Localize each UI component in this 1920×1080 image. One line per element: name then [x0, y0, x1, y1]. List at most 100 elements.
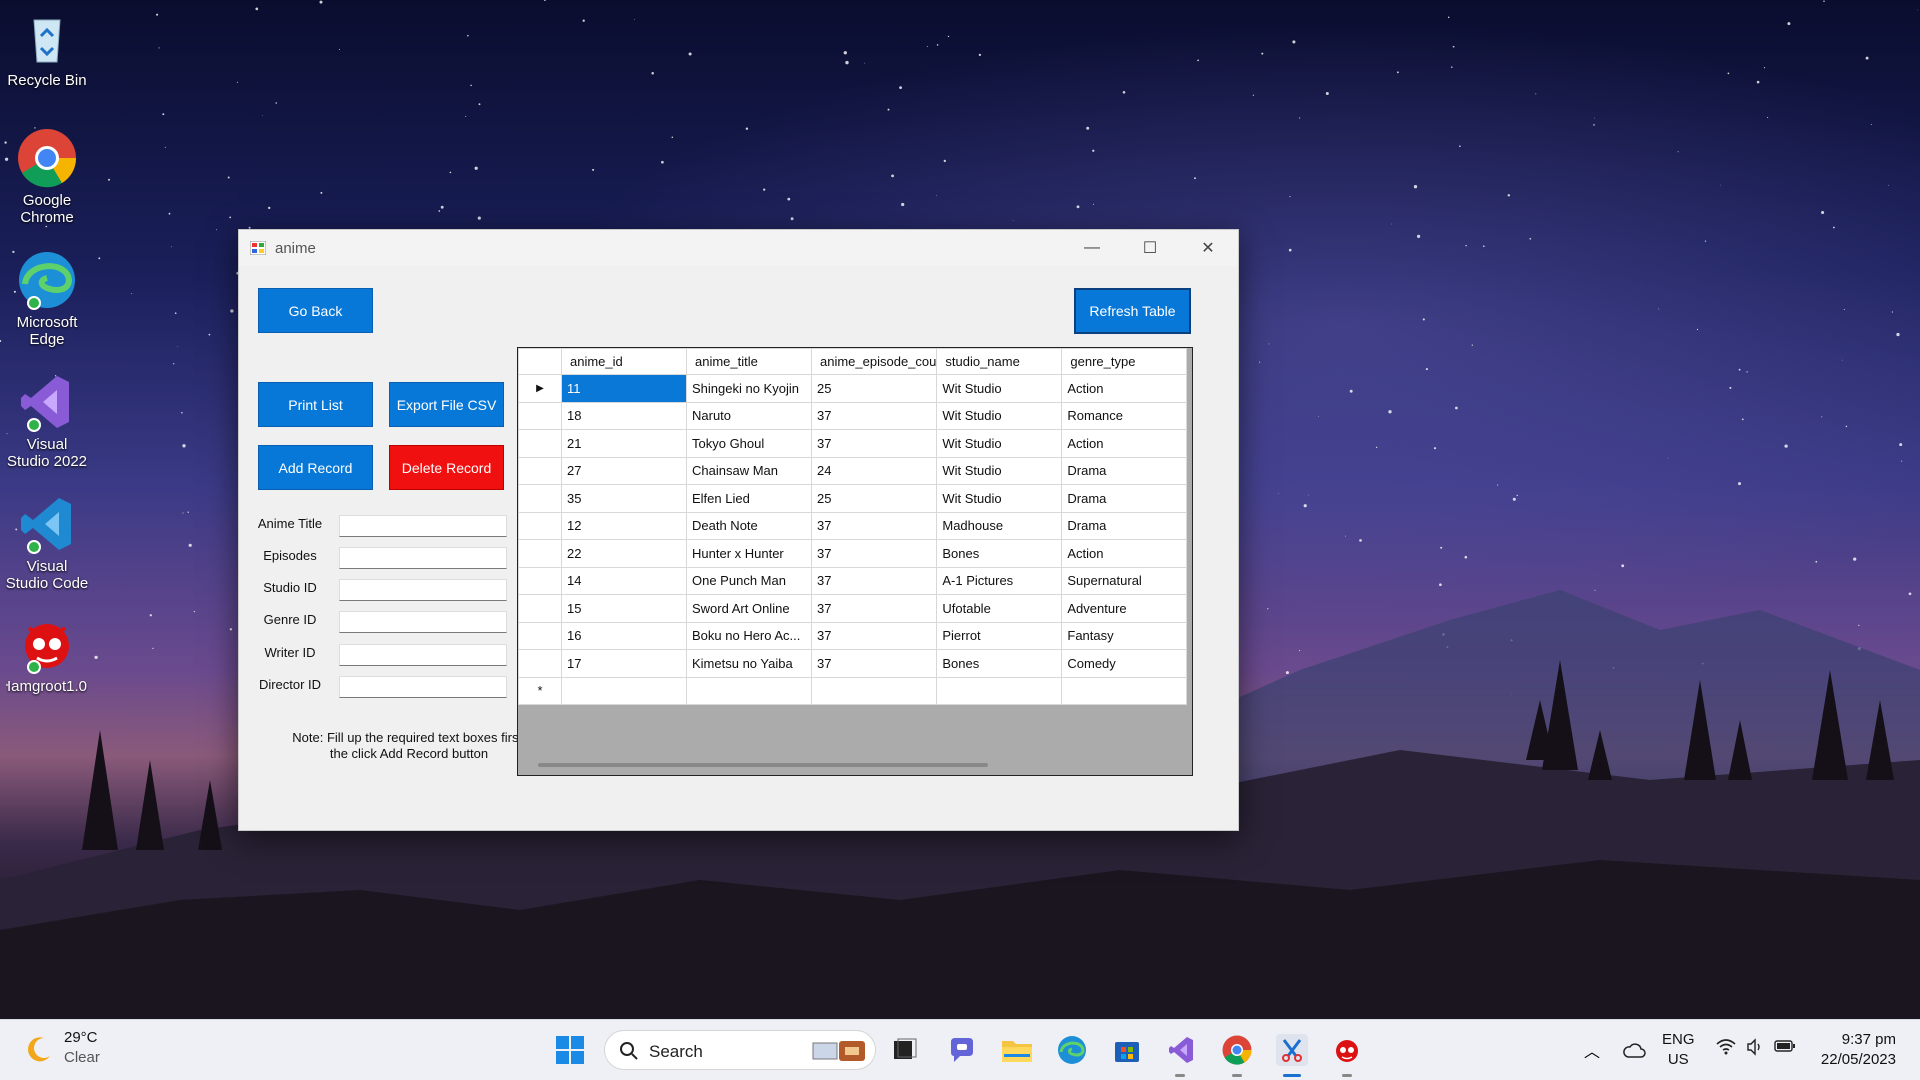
grid-cell[interactable]: Wit Studio: [936, 374, 1063, 403]
table-row[interactable]: 35 Elfen Lied 25 Wit Studio Drama: [518, 484, 1188, 513]
grid-cell[interactable]: 37: [810, 594, 938, 623]
grid-cell[interactable]: 11: [561, 374, 687, 403]
weather-moon-icon[interactable]: [24, 1034, 54, 1064]
column-header-genre-type[interactable]: genre_type: [1061, 348, 1188, 375]
row-header[interactable]: [518, 621, 562, 650]
print-list-button[interactable]: Print List: [258, 382, 373, 427]
grid-cell[interactable]: Action: [1061, 539, 1188, 568]
go-back-button[interactable]: Go Back: [258, 288, 373, 333]
grid-cell[interactable]: 37: [810, 566, 938, 595]
grid-cell[interactable]: [1061, 676, 1188, 705]
grid-cell[interactable]: 22: [561, 539, 687, 568]
grid-cell[interactable]: 37: [810, 429, 938, 458]
column-header-anime-id[interactable]: anime_id: [561, 348, 687, 375]
task-view-button[interactable]: [889, 1034, 921, 1066]
taskbar-iamgroot[interactable]: [1331, 1034, 1363, 1066]
grid-cell[interactable]: Action: [1061, 374, 1188, 403]
row-header[interactable]: [518, 649, 562, 678]
new-row[interactable]: *: [518, 676, 1188, 705]
grid-cell[interactable]: 18: [561, 401, 687, 430]
column-header-episode-count[interactable]: anime_episode_cou: [810, 348, 938, 375]
grid-cell[interactable]: 12: [561, 511, 687, 540]
grid-cell[interactable]: Bones: [936, 649, 1063, 678]
grid-cell[interactable]: Action: [1061, 429, 1188, 458]
row-header[interactable]: [518, 511, 562, 540]
grid-cell[interactable]: [936, 676, 1063, 705]
grid-cell[interactable]: 21: [561, 429, 687, 458]
taskbar-visual-studio[interactable]: [1166, 1034, 1198, 1066]
onedrive-button[interactable]: [1618, 1034, 1650, 1066]
add-record-button[interactable]: Add Record: [258, 445, 373, 490]
row-header-corner[interactable]: [518, 348, 562, 375]
grid-cell[interactable]: 17: [561, 649, 687, 678]
table-row[interactable]: 17 Kimetsu no Yaiba 37 Bones Comedy: [518, 649, 1188, 678]
row-header[interactable]: [518, 456, 562, 485]
taskbar-file-explorer[interactable]: [1001, 1034, 1033, 1066]
grid-cell[interactable]: Death Note: [686, 511, 812, 540]
grid-cell[interactable]: Adventure: [1061, 594, 1188, 623]
grid-cell[interactable]: 16: [561, 621, 687, 650]
row-header[interactable]: ▶: [518, 374, 562, 403]
weather-desc[interactable]: Clear: [64, 1049, 100, 1066]
grid-cell[interactable]: Sword Art Online: [686, 594, 812, 623]
grid-cell[interactable]: 37: [810, 401, 938, 430]
desktop-icon-visual-studio[interactable]: Visual Studio 2022: [4, 372, 90, 470]
grid-cell[interactable]: 25: [810, 484, 938, 513]
desktop-icon-recycle-bin[interactable]: Recycle Bin: [4, 8, 90, 89]
clock[interactable]: 9:37 pm 22/05/2023: [1804, 1030, 1896, 1070]
grid-cell[interactable]: 37: [810, 621, 938, 650]
grid-cell[interactable]: Madhouse: [936, 511, 1063, 540]
genre-id-input[interactable]: [339, 611, 507, 633]
grid-cell[interactable]: Boku no Hero Ac...: [686, 621, 812, 650]
grid-cell[interactable]: Wit Studio: [936, 401, 1063, 430]
episodes-input[interactable]: [339, 547, 507, 569]
row-header[interactable]: [518, 484, 562, 513]
grid-cell[interactable]: Bones: [936, 539, 1063, 568]
grid-cell[interactable]: Kimetsu no Yaiba: [686, 649, 812, 678]
grid-cell[interactable]: Elfen Lied: [686, 484, 812, 513]
row-header[interactable]: [518, 566, 562, 595]
grid-cell[interactable]: Wit Studio: [936, 484, 1063, 513]
studio-id-input[interactable]: [339, 579, 507, 601]
grid-cell[interactable]: 27: [561, 456, 687, 485]
show-hidden-icons-button[interactable]: ︿: [1576, 1034, 1608, 1066]
grid-cell[interactable]: Drama: [1061, 484, 1188, 513]
grid-cell[interactable]: Wit Studio: [936, 456, 1063, 485]
grid-cell[interactable]: Drama: [1061, 456, 1188, 485]
maximize-button[interactable]: ☐: [1121, 230, 1179, 266]
grid-cell[interactable]: Supernatural: [1061, 566, 1188, 595]
weather-temp[interactable]: 29°C: [64, 1029, 98, 1046]
taskbar-search[interactable]: Search: [604, 1030, 876, 1070]
refresh-table-button[interactable]: Refresh Table: [1074, 288, 1191, 334]
taskbar-edge[interactable]: [1056, 1034, 1088, 1066]
row-header[interactable]: [518, 401, 562, 430]
grid-cell[interactable]: 37: [810, 649, 938, 678]
start-button[interactable]: [554, 1034, 586, 1066]
grid-cell[interactable]: A-1 Pictures: [936, 566, 1063, 595]
writer-id-input[interactable]: [339, 644, 507, 666]
delete-record-button[interactable]: Delete Record: [389, 445, 504, 490]
grid-cell[interactable]: [686, 676, 812, 705]
grid-cell[interactable]: Ufotable: [936, 594, 1063, 623]
table-row[interactable]: 21 Tokyo Ghoul 37 Wit Studio Action: [518, 429, 1188, 458]
grid-cell[interactable]: Fantasy: [1061, 621, 1188, 650]
close-button[interactable]: ✕: [1179, 230, 1237, 266]
taskbar-store[interactable]: [1111, 1034, 1143, 1066]
table-row[interactable]: 15 Sword Art Online 37 Ufotable Adventure: [518, 594, 1188, 623]
grid-cell[interactable]: 15: [561, 594, 687, 623]
grid-cell[interactable]: [810, 676, 938, 705]
desktop-icon-chrome[interactable]: Google Chrome: [4, 128, 90, 226]
taskbar-teams-chat[interactable]: [946, 1034, 978, 1066]
row-header[interactable]: [518, 539, 562, 568]
anime-title-input[interactable]: [339, 515, 507, 537]
grid-cell[interactable]: Drama: [1061, 511, 1188, 540]
taskbar-snipping-tool[interactable]: [1276, 1034, 1308, 1066]
grid-cell[interactable]: 14: [561, 566, 687, 595]
grid-cell[interactable]: 25: [810, 374, 938, 403]
grid-cell[interactable]: 24: [810, 456, 938, 485]
grid-cell[interactable]: 37: [810, 539, 938, 568]
desktop-icon-vscode[interactable]: Visual Studio Code: [4, 494, 90, 592]
table-row[interactable]: 16 Boku no Hero Ac... 37 Pierrot Fantasy: [518, 621, 1188, 650]
column-header-studio-name[interactable]: studio_name: [936, 348, 1063, 375]
grid-cell[interactable]: Pierrot: [936, 621, 1063, 650]
